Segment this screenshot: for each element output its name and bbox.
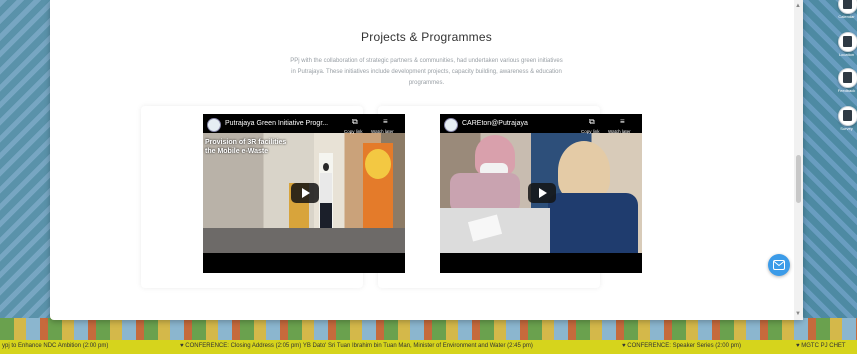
scroll-down-arrow-icon[interactable]: ▼ [795,311,801,317]
chat-button[interactable] [768,254,790,276]
video-title[interactable]: CAREton@Putrajaya [462,120,528,127]
ticker-text: CONFERENCE: Closing Address (2:05 pm) YB… [185,343,533,349]
ticker-item[interactable]: ♥ MGTC PJ CHET [796,343,846,349]
overlay-line: Provision of 3R facilities the Mobile e-… [205,139,287,155]
sidebar-item-label[interactable]: Location [836,52,857,57]
video-title[interactable]: Putrajaya Green Initiative Progr... [225,120,328,127]
scrollbar-thumb[interactable] [796,155,801,203]
sidebar-item-label[interactable]: Survey [836,126,857,131]
city-background-bottom [0,318,857,340]
copy-link-label[interactable]: Copy link [581,129,600,134]
channel-avatar[interactable] [207,118,221,132]
video-player-careton[interactable]: CAREton@Putrajaya ⧉ Copy link ≡ Watch la… [440,114,642,273]
ticker-text: CONFERENCE: Speaker Series (2:00 pm) [627,343,741,349]
watch-later-icon[interactable]: ≡ [620,118,625,126]
play-button[interactable] [291,183,319,203]
message-icon [773,260,785,270]
ticker-item[interactable]: ♥ CONFERENCE: Closing Address (2:05 pm) … [180,343,533,349]
sidebar-item-label[interactable]: Feedback [836,88,857,93]
ticker-text: MGTC PJ CHET [801,343,846,349]
watch-later-label[interactable]: Watch later [608,129,631,134]
scroll-up-arrow-icon[interactable]: ▲ [795,3,801,9]
ticker-item[interactable]: ♥ CONFERENCE: Speaker Series (2:00 pm) [622,343,741,349]
copy-link-label[interactable]: Copy link [344,129,363,134]
video-header: Putrajaya Green Initiative Progr... ⧉ Co… [203,114,405,134]
video-overlay-text: Provision of 3R facilities the Mobile e-… [205,138,286,156]
play-button[interactable] [528,183,556,203]
copy-icon[interactable]: ⧉ [352,118,360,126]
copy-icon[interactable]: ⧉ [589,118,597,126]
sidebar-file-icon[interactable] [838,68,857,88]
watch-later-icon[interactable]: ≡ [383,118,388,126]
city-background-left [0,0,50,340]
video-player-green-initiative[interactable]: Putrajaya Green Initiative Progr... ⧉ Co… [203,114,405,273]
sidebar-item-label[interactable]: Calendar [836,14,857,19]
sidebar-clipboard-icon[interactable] [838,106,857,126]
video-header: CAREton@Putrajaya ⧉ Copy link ≡ Watch la… [440,114,642,134]
channel-avatar[interactable] [444,118,458,132]
news-ticker: ypj to Enhance NDC Ambition (2:00 pm) ♥ … [0,340,857,354]
ticker-item[interactable]: ypj to Enhance NDC Ambition (2:00 pm) [2,343,108,349]
sidebar-calendar-icon[interactable] [838,32,857,52]
section-description: PPj with the collaboration of strategic … [290,58,563,86]
section-title: Projects & Programmes [361,30,492,44]
watch-later-label[interactable]: Watch later [371,129,394,134]
